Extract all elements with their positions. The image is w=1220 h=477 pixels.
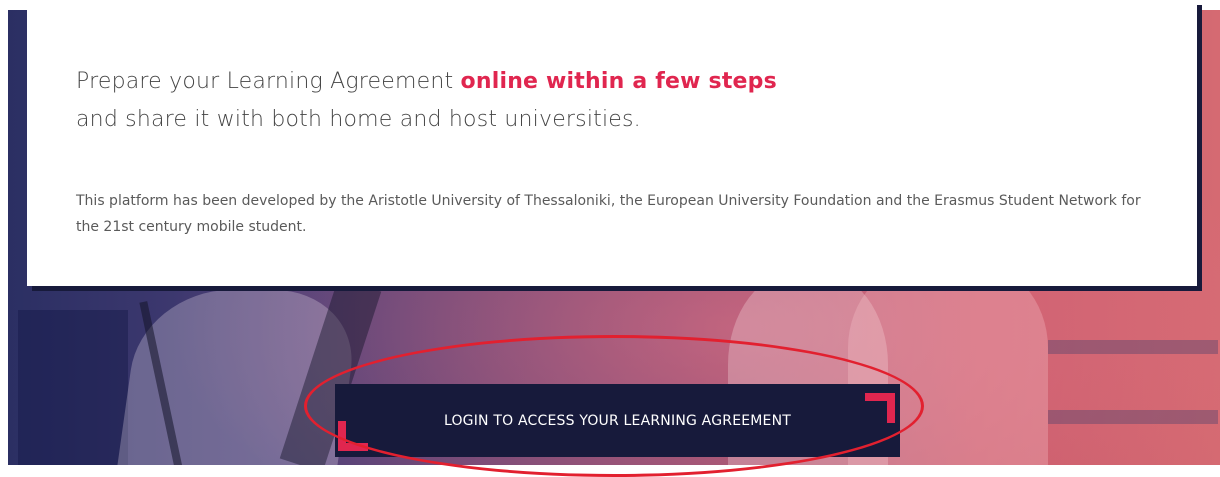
corner-bracket-icon bbox=[338, 421, 368, 451]
login-button-label: LOGIN TO ACCESS YOUR LEARNING AGREEMENT bbox=[443, 412, 792, 429]
headline-prefix: Prepare your Learning Agreement bbox=[76, 69, 461, 94]
headline-highlight: online within a few steps bbox=[460, 69, 777, 94]
intro-card: Prepare your Learning Agreement online w… bbox=[27, 0, 1197, 286]
corner-bracket-icon bbox=[865, 393, 895, 423]
background-rail bbox=[1048, 410, 1218, 424]
background-figure bbox=[18, 310, 128, 465]
headline-line2: and share it with both home and host uni… bbox=[76, 107, 641, 132]
login-button[interactable]: LOGIN TO ACCESS YOUR LEARNING AGREEMENT bbox=[335, 384, 900, 457]
background-rail bbox=[1048, 340, 1218, 354]
platform-description: This platform has been developed by the … bbox=[76, 193, 1141, 235]
intro-headline: Prepare your Learning Agreement online w… bbox=[76, 63, 777, 139]
